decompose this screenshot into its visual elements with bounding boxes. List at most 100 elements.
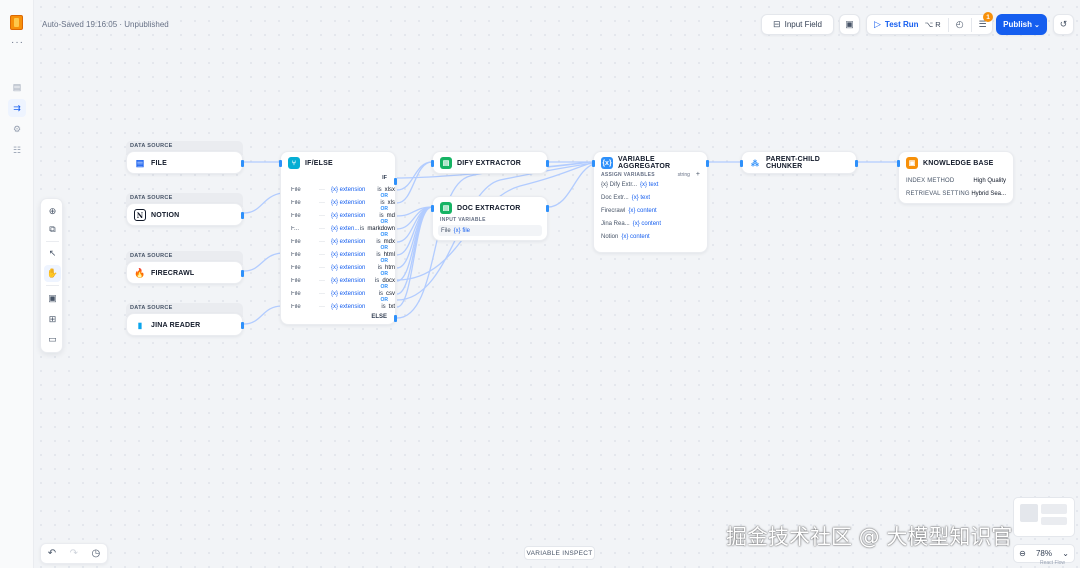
history-icon[interactable]: ◷ [91, 548, 100, 559]
output-handle[interactable] [241, 270, 244, 277]
settings-icon[interactable]: ⚙ [8, 120, 26, 138]
input-handle[interactable] [592, 160, 595, 167]
condition-row[interactable]: File ··· {x} extension is docx [291, 276, 395, 286]
variable-source: Firecrawl [601, 207, 626, 214]
node-doc-extractor[interactable]: ▤ DOC EXTRACTOR INPUT VARIABLE File {x} … [431, 196, 549, 241]
node-firecrawl[interactable]: 🔥 FIRECRAWL [126, 261, 244, 284]
input-handle[interactable] [740, 160, 743, 167]
variable-source: {x} Dify Extr... [601, 181, 638, 188]
output-handle[interactable] [855, 160, 858, 167]
output-handle[interactable] [546, 205, 549, 212]
output-handle[interactable] [241, 160, 244, 167]
history-icon: ↺ [1059, 19, 1068, 29]
workflow-icon[interactable]: ⇉ [8, 99, 26, 117]
node-dify-extractor[interactable]: ▤ DIFY EXTRACTOR [431, 151, 549, 174]
play-icon[interactable]: ▷ [874, 19, 881, 30]
condition-field: File [291, 265, 301, 271]
node-if-else[interactable]: ⑂ IF/ELSE IF File ··· {x} extension is xlsx O… [279, 151, 397, 325]
hand-icon[interactable]: ✋ [44, 265, 61, 282]
ellipsis-icon: ··· [319, 291, 325, 297]
node-title: DIFY EXTRACTOR [457, 159, 521, 167]
assign-variable-list: {x} Dify Extr... {x} text Doc Extr... {x} t… [594, 178, 707, 243]
minimap[interactable] [1013, 497, 1075, 537]
version-history-button[interactable]: ↺ [1053, 14, 1074, 35]
input-handle[interactable] [279, 160, 282, 167]
divider [970, 17, 972, 32]
ellipsis-icon: ··· [319, 200, 325, 206]
zoom-icon[interactable]: ⊖ [1019, 549, 1026, 558]
condition-row[interactable]: F... ··· {x} exten... is markdown [291, 224, 395, 234]
input-variable-label: INPUT VARIABLE [440, 217, 486, 223]
condition-value: xls [387, 200, 395, 206]
more-icon[interactable]: ··· [11, 37, 24, 48]
publish-button[interactable]: Publish ⌄ [996, 14, 1047, 35]
condition-row[interactable]: File ··· {x} extension is xls [291, 198, 395, 208]
workflow-canvas[interactable] [34, 0, 1080, 568]
organize-icon[interactable]: ⊞ [44, 311, 61, 328]
minimap-toggle-icon[interactable]: ▭ [44, 331, 61, 348]
divider [46, 241, 59, 242]
run-history-icon[interactable]: ◴ [956, 19, 964, 30]
test-run-button[interactable]: Test Run [885, 20, 919, 29]
node-knowledge-base[interactable]: ▣ KNOWLEDGE BASE INDEX METHOD High Quali… [897, 151, 1014, 204]
variable-inspect-button[interactable]: VARIABLE INSPECT [524, 546, 595, 560]
condition-row[interactable]: File ··· {x} extension is md [291, 211, 395, 221]
output-handle[interactable] [706, 160, 709, 167]
assign-variable-row[interactable]: Doc Extr... {x} text [594, 191, 707, 204]
output-handle[interactable] [241, 212, 244, 219]
node-title: PARENT-CHILD CHUNKER [766, 156, 820, 170]
add-node-icon[interactable]: ⊕ [44, 203, 61, 220]
output-handle[interactable] [241, 322, 244, 329]
node-file[interactable]: ▤ FILE [126, 151, 244, 174]
node-parent-child-chunker[interactable]: ⁂ PARENT-CHILD CHUNKER [740, 151, 858, 174]
zoom-menu-icon[interactable]: ⌄ [1062, 549, 1069, 558]
node-jina-reader[interactable]: ▮ JINA READER [126, 313, 244, 336]
condition-row[interactable]: File ··· {x} extension is htm [291, 263, 395, 273]
input-handle[interactable] [431, 205, 434, 212]
add-note-icon[interactable]: ⧉ [44, 221, 61, 238]
kb-index-method-row: INDEX METHOD High Quality [899, 174, 1013, 187]
condition-row[interactable]: File ··· {x} extension is xlsx [291, 185, 395, 195]
assign-variable-row[interactable]: Notion {x} content [594, 230, 707, 243]
app-icon[interactable] [10, 15, 23, 30]
export-image-icon[interactable]: ▣ [44, 290, 61, 307]
condition-row[interactable]: File ··· {x} extension is txt [291, 302, 395, 312]
condition-field: F... [291, 226, 300, 232]
condition-row[interactable]: File ··· {x} extension is csv [291, 289, 395, 299]
node-notion[interactable]: N NOTION [126, 203, 244, 226]
autosave-status: Auto-Saved 19:16:05 · Unpublished [42, 20, 169, 29]
assign-variables-label: ASSIGN VARIABLES [601, 171, 655, 178]
react-flow-attribution[interactable]: React Flow [1040, 560, 1065, 566]
add-variable-button[interactable]: + [696, 171, 700, 178]
condition-row[interactable]: File ··· {x} extension is html [291, 250, 395, 260]
ellipsis-icon: ··· [319, 304, 325, 310]
redo-icon[interactable]: ↷ [70, 548, 78, 559]
canvas-toolbar: ⊕ ⧉ ↖ ✋ ▣ ⊞ ▭ [40, 198, 63, 353]
aggregator-icon: {x} [601, 157, 613, 169]
document-icon[interactable]: ▤ [8, 78, 26, 96]
node-title: FILE [151, 159, 167, 167]
else-output-handle[interactable] [394, 315, 397, 322]
ellipsis-icon: ··· [319, 187, 325, 193]
pointer-icon[interactable]: ↖ [44, 245, 61, 262]
input-field-button[interactable]: ⊟ Input Field [761, 14, 834, 35]
output-handle[interactable] [546, 160, 549, 167]
assign-variable-row[interactable]: Jina Rea... {x} content [594, 217, 707, 230]
variable-source: Notion [601, 233, 619, 240]
sliders-icon[interactable]: ☷ [8, 141, 26, 159]
undo-icon[interactable]: ↶ [48, 548, 56, 559]
node-variable-aggregator[interactable]: {x} VARIABLE AGGREGATOR ASSIGN VARIABLES… [592, 151, 709, 253]
test-run-group: ▷ Test Run ⌥ R ◴ ☰ [866, 14, 993, 35]
assign-variable-row[interactable]: Firecrawl {x} content [594, 204, 707, 217]
branch-icon: ⑂ [288, 157, 300, 169]
ellipsis-icon: ··· [319, 213, 325, 219]
ellipsis-icon: ··· [319, 278, 325, 284]
if-output-handle[interactable] [394, 178, 397, 185]
divider [947, 17, 949, 32]
condition-row[interactable]: File ··· {x} extension is mdx [291, 237, 395, 247]
input-handle[interactable] [431, 160, 434, 167]
env-variables-button[interactable]: ▣ [839, 14, 860, 35]
assign-variable-row[interactable]: {x} Dify Extr... {x} text [594, 178, 707, 191]
zoom-level[interactable]: 78% [1036, 549, 1052, 558]
input-handle[interactable] [897, 160, 900, 167]
